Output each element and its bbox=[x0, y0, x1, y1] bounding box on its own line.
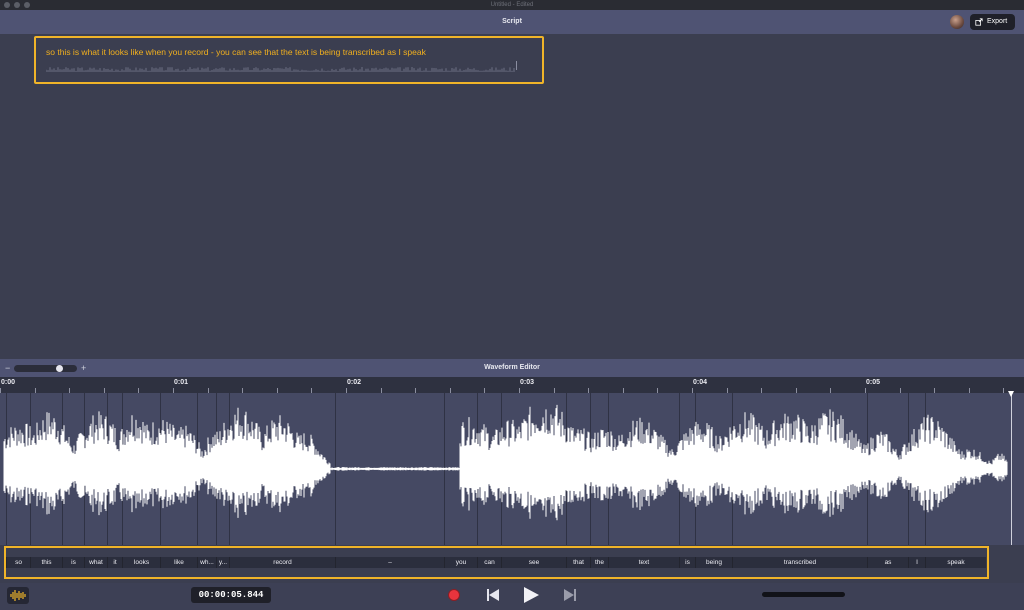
app-window: Untitled - Edited Script Export so this … bbox=[0, 0, 1024, 610]
waveform-editor-title: Waveform Editor bbox=[484, 364, 540, 371]
skip-back-icon[interactable] bbox=[486, 588, 500, 602]
playhead-handle[interactable] bbox=[1008, 391, 1014, 397]
ruler-label: 0:05 bbox=[866, 379, 881, 386]
timecode-display: 00:00:05.844 bbox=[191, 587, 271, 603]
play-icon[interactable] bbox=[522, 586, 540, 604]
transcript-text[interactable]: so this is what it looks like when you r… bbox=[46, 47, 426, 57]
ruler-label: 0:00 bbox=[1, 379, 16, 386]
export-button[interactable]: Export bbox=[970, 14, 1015, 30]
skip-forward-icon[interactable] bbox=[563, 588, 577, 602]
playhead[interactable] bbox=[1011, 393, 1012, 545]
transcript-highlight bbox=[34, 36, 544, 84]
live-waveform-preview bbox=[46, 67, 515, 72]
ruler-label: 0:03 bbox=[520, 379, 535, 386]
waveform-toggle-button[interactable] bbox=[7, 587, 29, 604]
record-icon[interactable] bbox=[448, 589, 460, 601]
script-header: Script bbox=[0, 10, 1024, 34]
ruler-label: 0:01 bbox=[174, 379, 189, 386]
words-highlight bbox=[4, 546, 989, 579]
transport-bar bbox=[0, 583, 1024, 610]
waveform-toggle-icon bbox=[10, 590, 26, 601]
title-bar: Untitled - Edited bbox=[0, 0, 1024, 10]
avatar[interactable] bbox=[950, 15, 964, 29]
ruler-label: 0:02 bbox=[347, 379, 362, 386]
zoom-slider-knob[interactable] bbox=[56, 365, 63, 372]
text-cursor bbox=[516, 61, 517, 70]
zoom-slider[interactable] bbox=[14, 365, 77, 372]
script-title: Script bbox=[502, 18, 522, 25]
export-icon bbox=[975, 18, 983, 26]
window-title: Untitled - Edited bbox=[490, 2, 534, 8]
waveform-path bbox=[3, 404, 1008, 521]
ruler-label: 0:04 bbox=[693, 379, 708, 386]
export-label: Export bbox=[987, 18, 1008, 25]
horizontal-scrollbar[interactable] bbox=[762, 592, 845, 597]
waveform-editor-header: − + Waveform Editor bbox=[0, 359, 1024, 377]
waveform[interactable] bbox=[0, 393, 1024, 545]
preview-waveform-path bbox=[46, 67, 515, 72]
